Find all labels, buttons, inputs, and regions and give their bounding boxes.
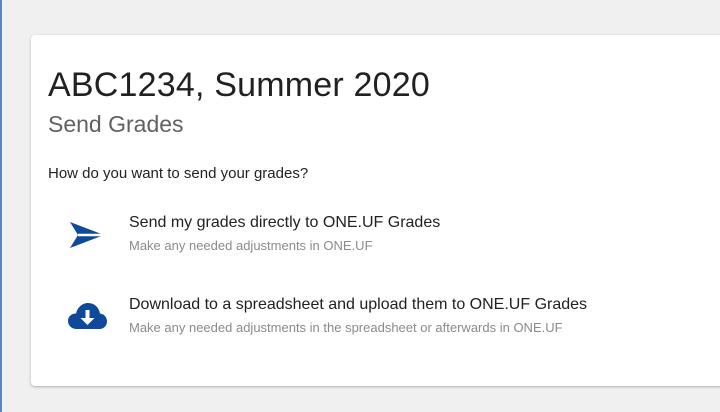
page-subtitle: Send Grades <box>48 111 184 137</box>
download-spreadsheet-description: Make any needed adjustments in the sprea… <box>129 320 563 335</box>
download-spreadsheet-label: Download to a spreadsheet and upload the… <box>129 296 588 313</box>
cloud-download-icon <box>68 303 107 329</box>
course-title: ABC1234, Summer 2020 <box>48 66 430 104</box>
download-spreadsheet-option[interactable]: Download to a spreadsheet and upload the… <box>48 253 708 335</box>
send-icon <box>70 222 104 248</box>
window-frame-edge <box>0 0 12 412</box>
send-method-prompt: How do you want to send your grades? <box>48 165 309 182</box>
send-directly-label: Send my grades directly to ONE.UF Grades <box>129 214 441 231</box>
send-grades-card: ABC1234, Summer 2020 Send Grades How do … <box>31 35 720 386</box>
